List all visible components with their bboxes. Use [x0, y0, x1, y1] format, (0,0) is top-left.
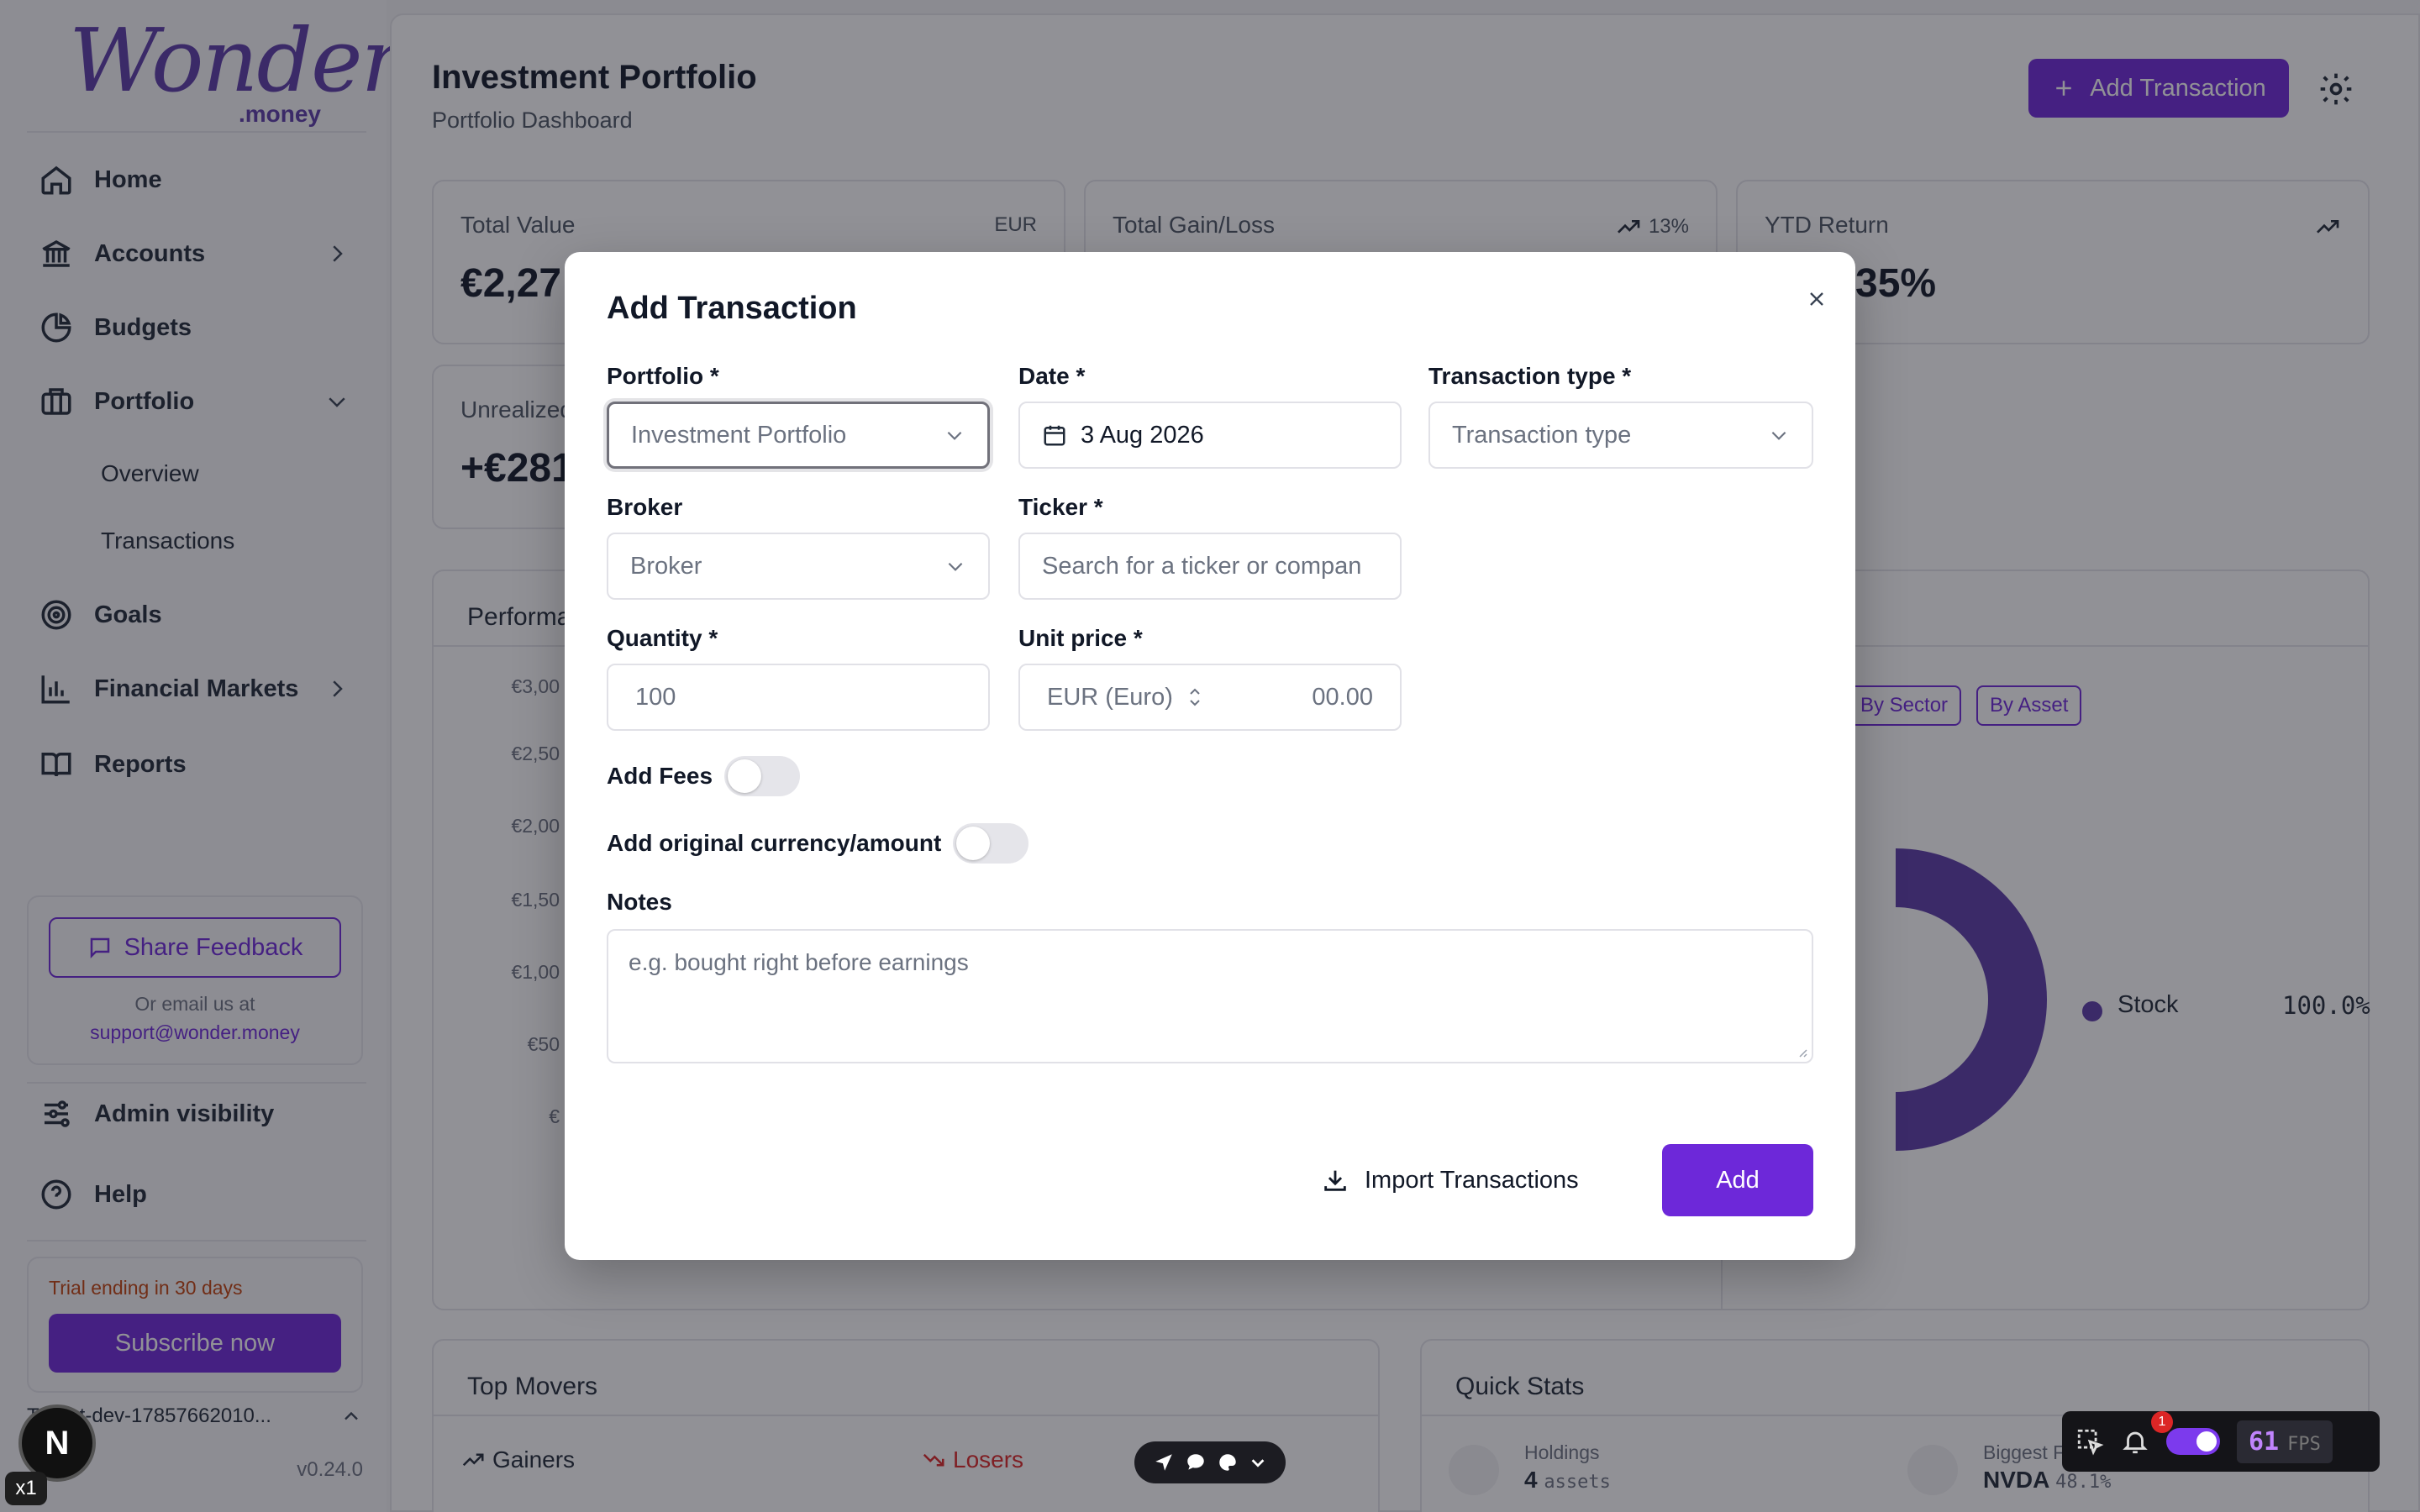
unit-price-label: Unit price * [1018, 625, 1143, 651]
ticker-placeholder: Search for a ticker or compan [1042, 552, 1362, 580]
chevron-down-icon [1771, 431, 1786, 440]
import-label: Import Transactions [1365, 1166, 1579, 1194]
zoom-indicator[interactable]: x1 [5, 1472, 47, 1505]
unit-price-input[interactable]: EUR (Euro) 00.00 [1018, 664, 1402, 731]
calendar-icon [1044, 425, 1065, 446]
fps-label: FPS [2287, 1433, 2321, 1455]
price-placeholder: 00.00 [1312, 683, 1373, 711]
chevron-down-icon [947, 431, 962, 440]
toggle-knob [956, 827, 990, 860]
chevron-down-icon[interactable] [1249, 1453, 1267, 1472]
select-region-icon[interactable] [2075, 1427, 2104, 1456]
notification-badge: 1 [2151, 1411, 2173, 1433]
date-label: Date * [1018, 363, 1086, 389]
transaction-type-label: Transaction type * [1428, 363, 1632, 389]
comment-icon[interactable] [1185, 1452, 1207, 1473]
toggle-knob [728, 759, 761, 793]
resize-handle-icon[interactable] [1795, 1045, 1808, 1058]
quantity-label: Quantity * [607, 625, 718, 651]
currency-select[interactable]: EUR (Euro) [1047, 684, 1173, 711]
notes-label: Notes [607, 889, 672, 915]
date-picker[interactable]: 3 Aug 2026 [1018, 402, 1402, 469]
notes-textarea[interactable]: e.g. bought right before earnings [607, 929, 1813, 1063]
quantity-placeholder: 100 [635, 683, 676, 711]
transaction-type-placeholder: Transaction type [1452, 421, 1632, 449]
chevron-up-down-icon [1190, 688, 1200, 706]
portfolio-label: Portfolio * [607, 363, 719, 389]
dialog-title: Add Transaction [607, 291, 857, 326]
close-icon [1810, 292, 1823, 306]
transaction-type-select[interactable]: Transaction type [1428, 402, 1813, 469]
broker-select[interactable]: Broker [607, 533, 990, 600]
ticker-search-input[interactable]: Search for a ticker or compan [1018, 533, 1402, 600]
original-currency-toggle[interactable] [953, 823, 1028, 864]
toggle-knob [2196, 1431, 2217, 1452]
portfolio-value: Investment Portfolio [631, 421, 847, 449]
add-fees-toggle[interactable] [724, 756, 800, 796]
original-currency-label: Add original currency/amount [607, 830, 942, 856]
palette-icon[interactable] [1217, 1452, 1239, 1473]
add-transaction-dialog: Add Transaction Portfolio * Investment P… [565, 252, 1855, 1260]
portfolio-select[interactable]: Investment Portfolio [607, 402, 990, 469]
dev-tools-badge[interactable]: N [18, 1404, 96, 1482]
broker-label: Broker [607, 494, 683, 520]
notes-placeholder: e.g. bought right before earnings [629, 949, 969, 975]
close-button[interactable] [1798, 281, 1835, 318]
navigation-icon[interactable] [1153, 1452, 1175, 1473]
ticker-label: Ticker * [1018, 494, 1103, 520]
quantity-input[interactable]: 100 [607, 664, 990, 731]
dev-status-bar: 61 FPS [2062, 1411, 2380, 1472]
bell-icon[interactable] [2121, 1427, 2149, 1456]
date-value: 3 Aug 2026 [1081, 421, 1204, 449]
fps-value: 61 [2249, 1426, 2280, 1457]
chevron-down-icon [948, 562, 963, 571]
theme-toggle[interactable] [2166, 1428, 2220, 1455]
add-button[interactable]: Add [1662, 1144, 1813, 1216]
dev-toolbar-pill[interactable] [1134, 1441, 1286, 1483]
fps-meter: 61 FPS [2237, 1420, 2333, 1463]
broker-placeholder: Broker [630, 552, 702, 580]
import-transactions-button[interactable]: Import Transactions [1321, 1144, 1579, 1216]
download-icon [1324, 1170, 1346, 1191]
add-fees-label: Add Fees [607, 763, 713, 789]
